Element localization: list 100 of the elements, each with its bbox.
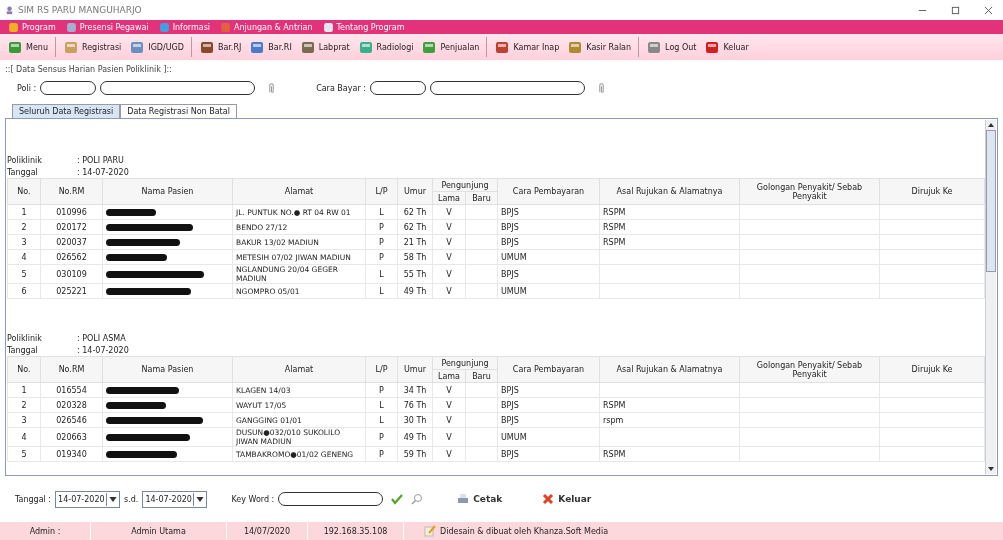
- table-cell: 020172: [40, 219, 103, 235]
- column-header: No.RM: [40, 178, 103, 205]
- toolbar-button[interactable]: Log Out: [643, 37, 700, 57]
- table-cell: 49 Th: [397, 283, 433, 299]
- date-field[interactable]: 14-07-2020: [142, 490, 208, 508]
- column-header: Cara Pembayaran: [497, 178, 600, 205]
- panel-title: ::[ Data Sensus Harian Pasien Poliklinik ]::: [5, 64, 173, 76]
- field-label: Poliklinik: [7, 333, 43, 343]
- toolbar-icon: [129, 39, 146, 55]
- column-header: No.: [7, 356, 41, 383]
- tab[interactable]: Seluruh Data Registrasi: [12, 104, 121, 118]
- table-cell: 030109: [40, 264, 103, 284]
- table-cell: 6: [7, 283, 41, 299]
- name-field[interactable]: [100, 81, 256, 95]
- table-cell: BPJS: [497, 412, 600, 428]
- menu-item[interactable]: Anjungan & Antrian: [220, 21, 313, 33]
- column-header: Alamat: [232, 178, 366, 205]
- table-cell: P: [365, 234, 398, 250]
- toolbar-button[interactable]: Keluar: [701, 37, 752, 57]
- table-cell: 026562: [40, 249, 103, 265]
- table-cell: 020037: [40, 234, 103, 250]
- table-cell: V: [446, 415, 452, 425]
- note-icon: [424, 525, 436, 537]
- toolbar-icon: [646, 39, 663, 55]
- code-field[interactable]: [40, 81, 97, 95]
- column-header: Umur: [397, 356, 433, 383]
- table-cell: 59 Th: [397, 446, 433, 462]
- table-cell: BPJS: [497, 234, 600, 250]
- status-field: Admin :: [29, 526, 61, 536]
- toolbar-button[interactable]: Kasir Ralan: [564, 37, 635, 57]
- table-cell: P: [365, 446, 398, 462]
- column-header: L/P: [365, 178, 398, 205]
- name-field[interactable]: [429, 81, 585, 95]
- toolbar-button[interactable]: Radiologi: [354, 37, 417, 57]
- table-cell: L: [365, 264, 398, 284]
- table-cell: V: [446, 449, 452, 459]
- table-cell: 3: [7, 234, 41, 250]
- toolbar-icon: [494, 39, 511, 55]
- menu-item[interactable]: Tentang Program: [322, 21, 405, 33]
- toolbar-button[interactable]: Bar.RI: [246, 37, 295, 57]
- table-cell: 010996: [40, 204, 103, 220]
- paperclip-icon[interactable]: [596, 82, 606, 94]
- table-cell: V: [446, 207, 452, 217]
- table-cell: UMUM: [497, 427, 600, 447]
- window-title: SIM RS PARU MANGUHARJO: [18, 5, 142, 15]
- column-header: Pengunjung: [432, 178, 498, 192]
- table-cell: L: [365, 412, 398, 428]
- checkmark-icon[interactable]: [391, 493, 404, 505]
- menu-icon: [322, 21, 334, 33]
- tab[interactable]: Data Registrasi Non Batal: [120, 104, 237, 118]
- column-header: Cara Pembayaran: [497, 356, 600, 383]
- table-cell: BPJS: [497, 382, 600, 398]
- table-cell: RSPM: [603, 222, 626, 232]
- date-field[interactable]: 14-07-2020: [55, 490, 121, 508]
- table-cell: L: [365, 283, 398, 299]
- menu-icon: [65, 21, 77, 33]
- toolbar-button[interactable]: Kamar Inap: [491, 37, 563, 57]
- toolbar-icon: [7, 39, 23, 55]
- toolbar-icon: [198, 39, 215, 55]
- table-cell: V: [446, 400, 452, 410]
- table-cell: 020663: [40, 427, 103, 447]
- table-cell: P: [365, 249, 398, 265]
- code-field[interactable]: [369, 81, 426, 95]
- field-label: Tanggal: [7, 345, 39, 355]
- column-header: L/P: [365, 356, 398, 383]
- table-cell: 62 Th: [397, 204, 433, 220]
- toolbar-button[interactable]: Penjualan: [418, 37, 483, 57]
- toolbar-button[interactable]: Menu: [4, 37, 51, 57]
- toolbar-icon: [357, 39, 374, 55]
- menu-item[interactable]: Presensi Pegawai: [65, 21, 149, 33]
- toolbar-button[interactable]: IGD/UGD: [126, 37, 187, 57]
- table-cell: BPJS: [497, 446, 600, 462]
- table-cell: V: [446, 432, 452, 442]
- field-label: Tanggal: [7, 167, 39, 177]
- table-cell: UMUM: [497, 249, 600, 265]
- toolbar-icon: [299, 39, 316, 55]
- toolbar-button[interactable]: Labprat: [296, 37, 353, 57]
- menu-item[interactable]: Informasi: [158, 21, 211, 33]
- menu-item[interactable]: Program: [8, 21, 56, 33]
- table-cell: BPJS: [497, 204, 600, 220]
- column-header: Umur: [397, 178, 433, 205]
- filter-label: Cara Bayar :: [316, 83, 366, 93]
- table-cell: 55 Th: [397, 264, 433, 284]
- field-value: : 14-07-2020: [77, 345, 129, 355]
- maximize-icon[interactable]: [951, 5, 960, 15]
- table-cell: RSPM: [603, 207, 626, 217]
- table-cell: 1: [7, 204, 41, 220]
- close-icon[interactable]: [984, 5, 993, 15]
- print-button[interactable]: Cetak: [451, 492, 509, 506]
- status-field: 192.168.35.108: [323, 526, 388, 536]
- column-header: Golongan Penyakit/ Sebab Penyakit: [739, 178, 880, 205]
- scrollbar[interactable]: [985, 120, 996, 474]
- toolbar-button[interactable]: Bar.RJ: [195, 37, 245, 57]
- table-cell: V: [446, 252, 452, 262]
- menu-icon: [158, 21, 170, 33]
- exit-button[interactable]: Keluar: [536, 492, 598, 506]
- keyword-field[interactable]: [278, 492, 384, 506]
- table-cell: 2: [7, 219, 41, 235]
- toolbar-button[interactable]: Registrasi: [59, 37, 125, 57]
- paperclip-icon[interactable]: [267, 82, 277, 94]
